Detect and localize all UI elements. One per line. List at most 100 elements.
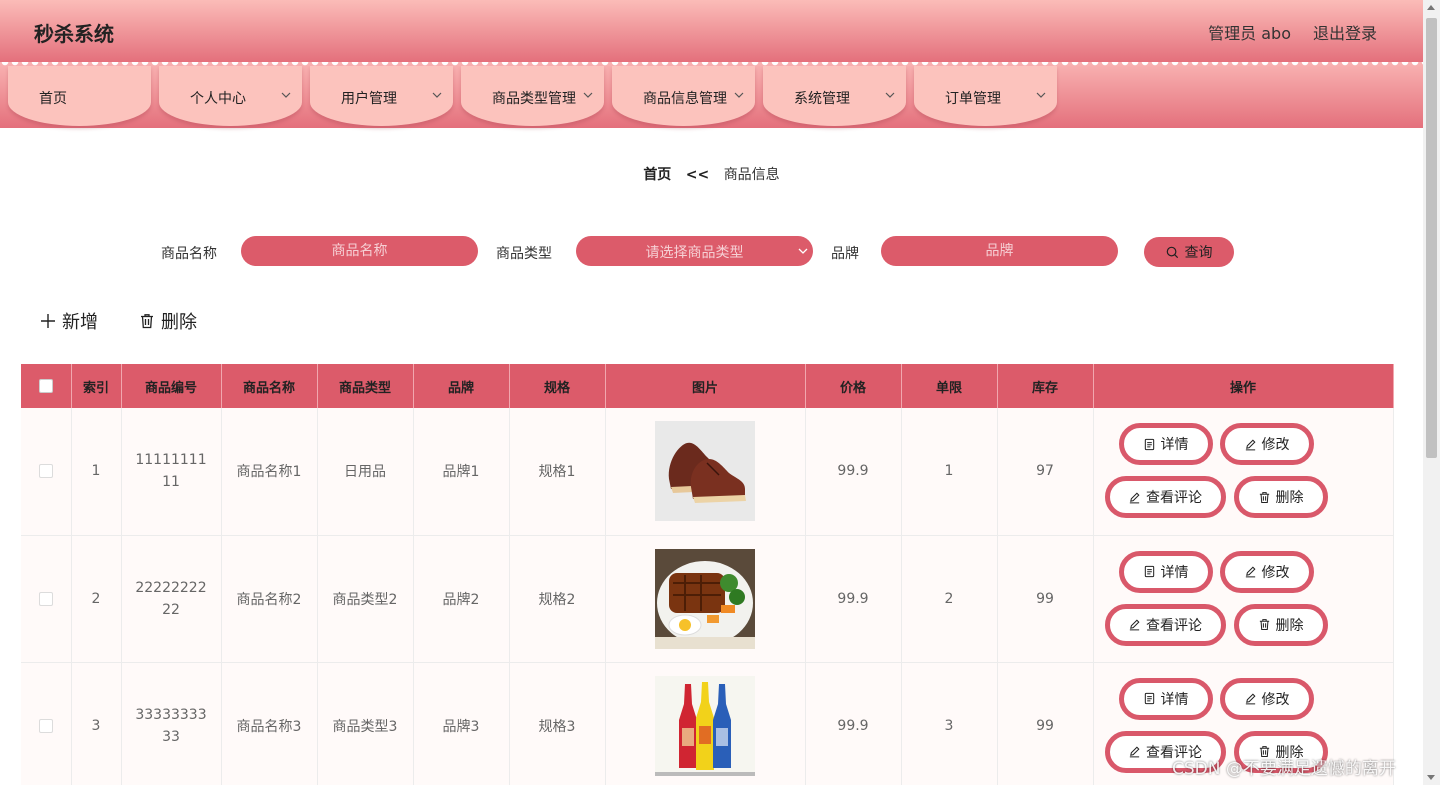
trash-icon: [1259, 619, 1269, 631]
column-header: 库存: [997, 364, 1094, 408]
batch-delete-button[interactable]: 删除: [139, 308, 197, 334]
brand-cell: 品牌3: [413, 662, 510, 785]
product-name-input[interactable]: [241, 236, 478, 266]
chevron-down-icon: [885, 92, 895, 98]
edit-button[interactable]: 修改: [1219, 550, 1314, 593]
chevron-down-icon: [734, 92, 744, 98]
chevron-down-icon: [432, 92, 442, 98]
add-button-label: 新增: [62, 312, 98, 333]
nav-tab-label: 商品信息管理: [643, 91, 727, 107]
view-comments-button[interactable]: 查看评论: [1104, 603, 1226, 646]
type-cell: 商品类型2: [317, 535, 414, 663]
chevron-down-icon: [1036, 92, 1046, 98]
row-delete-button[interactable]: 删除: [1233, 603, 1328, 646]
code-cell: 2222222222: [121, 535, 222, 663]
spec-cell: 规格3: [509, 662, 606, 785]
price-cell: 99.9: [805, 408, 902, 536]
select-all-cell[interactable]: [21, 364, 72, 408]
row-delete-button[interactable]: 删除: [1233, 476, 1328, 519]
stock-cell: 97: [997, 408, 1094, 536]
edit-button[interactable]: 修改: [1219, 423, 1314, 466]
image-cell: [605, 535, 806, 663]
nav-tab-3[interactable]: 商品类型管理: [461, 66, 604, 126]
breadcrumb-separator: <<: [685, 167, 710, 183]
breadcrumb: 首页 << 商品信息: [0, 164, 1423, 184]
table-row: 1 1111111111 商品名称1 日用品 品牌1 规格1 99.9 1 97 详情 修改 查看评论…: [21, 408, 1394, 536]
header-bar: 秒杀系统 管理员 abo 退出登录: [0, 0, 1423, 62]
name-cell: 商品名称2: [221, 535, 318, 663]
detail-button[interactable]: 详情: [1118, 423, 1213, 466]
product-type-select[interactable]: 请选择商品类型: [576, 236, 813, 266]
add-button[interactable]: 新增: [40, 308, 98, 334]
row-select-cell[interactable]: [21, 662, 72, 785]
row-delete-label: 删除: [1275, 617, 1304, 634]
spec-cell: 规格2: [509, 535, 606, 663]
chevron-down-icon: [583, 92, 593, 98]
column-header: 单限: [901, 364, 998, 408]
scroll-thumb[interactable]: [1426, 18, 1437, 458]
nav-tab-4[interactable]: 商品信息管理: [612, 66, 755, 126]
product-code: 3333333333: [135, 706, 207, 745]
search-icon: [1166, 246, 1178, 258]
pencil-icon: [1245, 693, 1255, 705]
product-image-shoe: [655, 421, 755, 522]
edit-button[interactable]: 修改: [1219, 677, 1314, 720]
code-cell: 3333333333: [121, 662, 222, 785]
brand-cell: 品牌1: [413, 408, 510, 536]
main-nav: 首页 个人中心 用户管理 商品类型管理 商品信息管理 系统管理 订单管理: [0, 62, 1423, 128]
product-type-placeholder: 请选择商品类型: [645, 245, 744, 261]
limit-cell: 3: [901, 662, 998, 785]
comments-label: 查看评论: [1146, 617, 1202, 634]
plus-icon: [41, 314, 55, 328]
table-row: 2 2222222222 商品名称2 商品类型2 品牌2 规格2 99.9 2 99 详情 修改 查看…: [21, 535, 1394, 663]
row-checkbox[interactable]: [38, 464, 53, 479]
chevron-down-icon: [281, 92, 291, 98]
row-select-cell[interactable]: [21, 535, 72, 663]
document-icon: [1144, 565, 1154, 578]
nav-tab-1[interactable]: 个人中心: [159, 66, 302, 126]
actions-cell: 详情 修改查看评论 删除: [1093, 408, 1394, 536]
pencil-icon: [1245, 439, 1255, 451]
view-comments-button[interactable]: 查看评论: [1104, 476, 1226, 519]
logout-link[interactable]: 退出登录: [1313, 20, 1377, 44]
product-code: 1111111111: [135, 452, 207, 491]
trash-icon: [141, 314, 153, 329]
nav-tab-6[interactable]: 订单管理: [914, 66, 1057, 126]
index-cell: 3: [71, 662, 122, 785]
row-select-cell[interactable]: [21, 408, 72, 536]
query-button[interactable]: 查询: [1144, 237, 1234, 267]
nav-tab-0[interactable]: 首页: [8, 66, 151, 126]
chevron-down-icon: [798, 248, 808, 254]
brand-input[interactable]: [881, 236, 1118, 266]
batch-delete-label: 删除: [161, 312, 197, 333]
pencil-icon: [1129, 492, 1140, 504]
scroll-down-arrow-icon[interactable]: [1427, 775, 1435, 780]
edit-label: 修改: [1261, 564, 1290, 581]
product-type-label: 商品类型: [496, 246, 552, 262]
nav-tab-5[interactable]: 系统管理: [763, 66, 906, 126]
actions-cell: 详情 修改查看评论 删除: [1093, 535, 1394, 663]
page-scrollbar[interactable]: [1423, 0, 1440, 785]
limit-cell: 1: [901, 408, 998, 536]
image-cell: [605, 662, 806, 785]
row-actions: 详情 修改查看评论 删除: [1094, 408, 1393, 534]
name-cell: 商品名称1: [221, 408, 318, 536]
nav-tab-label: 用户管理: [341, 91, 397, 107]
edit-label: 修改: [1261, 691, 1290, 708]
column-header: 品牌: [413, 364, 510, 408]
name-cell: 商品名称3: [221, 662, 318, 785]
select-all-checkbox[interactable]: [38, 379, 53, 393]
column-header: 价格: [805, 364, 902, 408]
breadcrumb-home[interactable]: 首页: [643, 167, 671, 183]
column-header: 商品编号: [121, 364, 222, 408]
detail-button[interactable]: 详情: [1118, 677, 1213, 720]
scroll-up-arrow-icon[interactable]: [1427, 5, 1435, 10]
row-checkbox[interactable]: [38, 718, 53, 733]
nav-tab-2[interactable]: 用户管理: [310, 66, 453, 126]
pencil-icon: [1129, 619, 1140, 631]
breadcrumb-current: 商品信息: [723, 167, 780, 183]
row-checkbox[interactable]: [38, 591, 53, 606]
detail-button[interactable]: 详情: [1118, 550, 1213, 593]
nav-tab-label: 个人中心: [190, 91, 246, 107]
image-cell: [605, 408, 806, 536]
